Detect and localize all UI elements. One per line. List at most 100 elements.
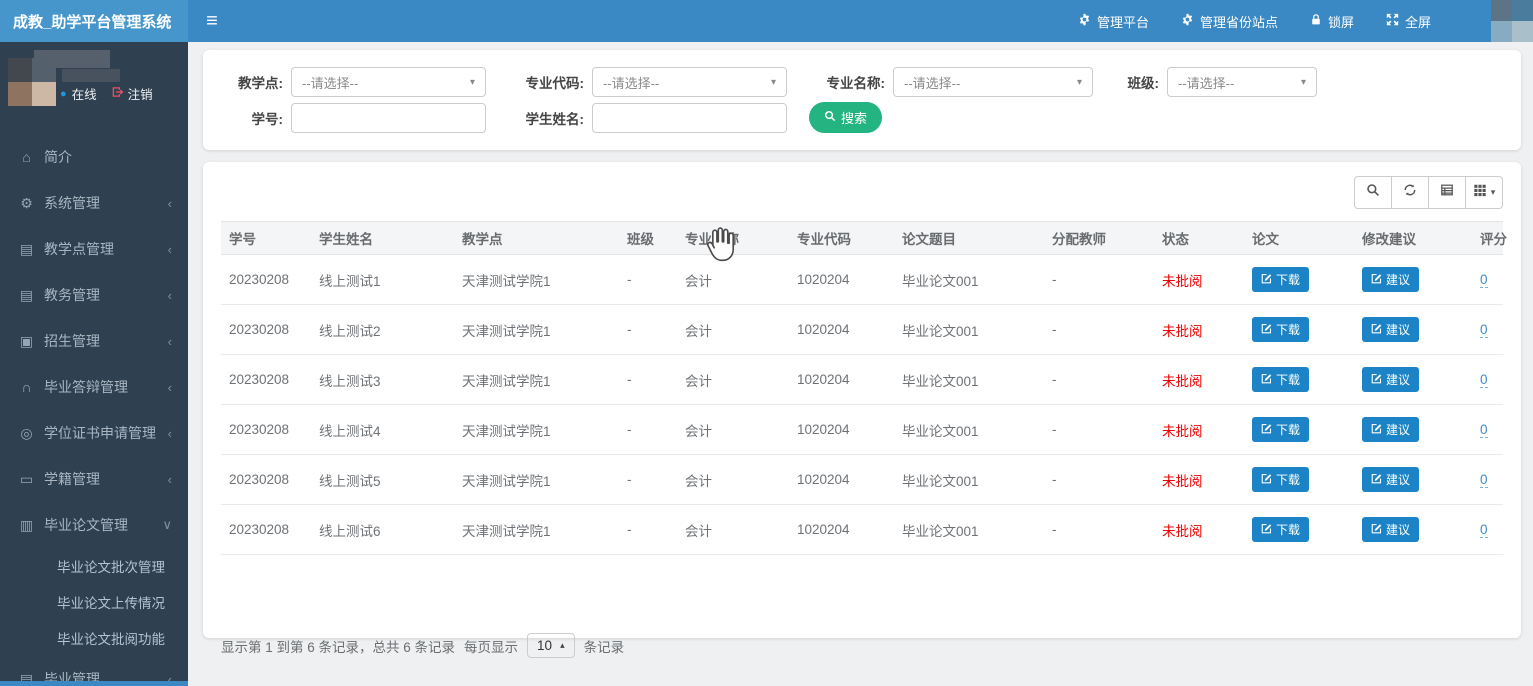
logout-button[interactable]: 注销 <box>111 84 153 103</box>
sidebar-item-graduation-defense-management[interactable]: ∩ 毕业答辩管理 ‹ <box>0 364 188 410</box>
download-button[interactable]: 下载 <box>1252 367 1309 392</box>
download-button[interactable]: 下载 <box>1252 267 1309 292</box>
sidebar-subitem-thesis-batch-management[interactable]: 毕业论文批次管理 <box>0 548 188 584</box>
user-panel: ● 在线 注销 <box>0 42 188 122</box>
cell-student-name: 线上测试2 <box>311 305 454 355</box>
graduation-cap-icon: ∩ <box>16 379 37 395</box>
sidebar-item-teaching-point-management[interactable]: ▤ 教学点管理 ‹ <box>0 226 188 272</box>
score-link[interactable]: 0 <box>1480 272 1488 288</box>
download-button[interactable]: 下载 <box>1252 467 1309 492</box>
cell-assigned-teacher: - <box>1044 255 1154 305</box>
cell-assigned-teacher: - <box>1044 305 1154 355</box>
student-name-input[interactable] <box>592 103 787 133</box>
table-body: 20230208 线上测试1 天津测试学院1 - 会计 1020204 毕业论文… <box>221 255 1503 555</box>
cell-teaching-point: 天津测试学院1 <box>454 405 619 455</box>
id-card-icon: ▣ <box>16 333 37 350</box>
chevron-up-icon: ▴ <box>560 640 565 651</box>
sidebar-subitem-thesis-review[interactable]: 毕业论文批阅功能 <box>0 620 188 656</box>
score-link[interactable]: 0 <box>1480 372 1488 388</box>
major-code-select[interactable]: --请选择--▾ <box>592 67 787 97</box>
cell-class: - <box>619 355 677 405</box>
download-label: 下载 <box>1276 271 1300 288</box>
table-toolbar: ▾ <box>221 176 1503 209</box>
pagination-bar: 显示第 1 到第 6 条记录，总共 6 条记录 每页显示 10 ▴ 条记录 <box>221 633 1503 658</box>
column-header: 论文题目 <box>894 222 1044 255</box>
column-header: 评分 <box>1472 222 1503 255</box>
fullscreen-icon <box>1386 13 1399 29</box>
sidebar-item-label: 招生管理 <box>44 331 168 351</box>
sidebar-item-label: 系统管理 <box>44 193 168 213</box>
avatar[interactable] <box>1491 0 1533 42</box>
sidebar-subitem-thesis-upload-status[interactable]: 毕业论文上传情况 <box>0 584 188 620</box>
cell-thesis: 下载 <box>1244 455 1354 505</box>
suggest-button[interactable]: 建议 <box>1362 317 1419 342</box>
chevron-down-icon: ▾ <box>1077 77 1082 88</box>
suggest-button[interactable]: 建议 <box>1362 467 1419 492</box>
class-select[interactable]: --请选择--▾ <box>1167 67 1317 97</box>
column-header: 教学点 <box>454 222 619 255</box>
cell-class: - <box>619 455 677 505</box>
records-summary: 显示第 1 到第 6 条记录，总共 6 条记录 <box>221 636 455 656</box>
download-button[interactable]: 下载 <box>1252 317 1309 342</box>
navbar-menu: 管理平台 管理省份站点 锁屏 全屏 <box>1078 0 1533 42</box>
gear-icon <box>1181 13 1194 29</box>
chevron-icon: ‹ <box>168 380 172 395</box>
columns-button[interactable]: ▾ <box>1465 176 1503 209</box>
filter-row-2: 学号: 学生姓名: 搜索 <box>221 102 1503 133</box>
score-link[interactable]: 0 <box>1480 472 1488 488</box>
sidebar-item-student-status-management[interactable]: ▭ 学籍管理 ‹ <box>0 456 188 502</box>
table-refresh-button[interactable] <box>1391 176 1429 209</box>
sidebar-item-enrollment-management[interactable]: ▣ 招生管理 ‹ <box>0 318 188 364</box>
student-no-input[interactable] <box>291 103 486 133</box>
sidebar-item-system-management[interactable]: ⚙ 系统管理 ‹ <box>0 180 188 226</box>
sidebar-item-label: 教务管理 <box>44 285 168 305</box>
lock-screen-link[interactable]: 锁屏 <box>1310 12 1354 31</box>
manage-platform-link[interactable]: 管理平台 <box>1078 12 1149 31</box>
refresh-icon <box>1403 183 1417 202</box>
sidebar-toggle-button[interactable]: ≡ <box>188 0 236 42</box>
score-link[interactable]: 0 <box>1480 422 1488 438</box>
suggest-button[interactable]: 建议 <box>1362 267 1419 292</box>
major-name-select[interactable]: --请选择--▾ <box>893 67 1093 97</box>
suggest-button[interactable]: 建议 <box>1362 517 1419 542</box>
suggest-button[interactable]: 建议 <box>1362 417 1419 442</box>
column-header: 学生姓名 <box>311 222 454 255</box>
teaching-point-label: 教学点: <box>221 72 283 92</box>
sidebar-item-thesis-management[interactable]: ▥ 毕业论文管理 ∨ <box>0 502 188 548</box>
search-button[interactable]: 搜索 <box>809 102 882 133</box>
sidebar-item-academic-affairs-management[interactable]: ▤ 教务管理 ‹ <box>0 272 188 318</box>
cell-suggestion: 建议 <box>1354 405 1472 455</box>
sidebar-menu: ⌂ 简介 ⚙ 系统管理 ‹ ▤ 教学点管理 ‹ ▤ <box>0 134 188 686</box>
score-link[interactable]: 0 <box>1480 522 1488 538</box>
search-icon <box>824 110 836 125</box>
cell-major-code: 1020204 <box>789 405 894 455</box>
cell-major-name: 会计 <box>677 505 789 555</box>
score-link[interactable]: 0 <box>1480 322 1488 338</box>
page-size-select[interactable]: 10 ▴ <box>527 633 575 658</box>
filter-row-1: 教学点: --请选择--▾ 专业代码: --请选择--▾ 专业名称: --请选择… <box>221 67 1503 97</box>
chevron-down-icon: ▾ <box>771 77 776 88</box>
table-row: 20230208 线上测试2 天津测试学院1 - 会计 1020204 毕业论文… <box>221 305 1503 355</box>
download-button[interactable]: 下载 <box>1252 517 1309 542</box>
column-header: 专业名称 <box>677 222 789 255</box>
suggest-button[interactable]: 建议 <box>1362 367 1419 392</box>
edit-icon <box>1371 423 1382 437</box>
toggle-pagination-button[interactable] <box>1428 176 1466 209</box>
manage-province-sites-link[interactable]: 管理省份站点 <box>1181 12 1278 31</box>
major-name-label: 专业名称: <box>809 72 885 92</box>
download-button[interactable]: 下载 <box>1252 417 1309 442</box>
teaching-point-select[interactable]: --请选择--▾ <box>291 67 486 97</box>
column-header: 论文 <box>1244 222 1354 255</box>
sidebar-item-degree-certificate-application[interactable]: ◎ 学位证书申请管理 ‹ <box>0 410 188 456</box>
manage-platform-label: 管理平台 <box>1097 12 1149 31</box>
sidebar-item-label: 毕业论文管理 <box>44 515 162 535</box>
user-status: ● 在线 注销 <box>60 84 153 103</box>
table-search-button[interactable] <box>1354 176 1392 209</box>
logout-icon <box>111 86 124 101</box>
cell-thesis-title: 毕业论文001 <box>894 355 1044 405</box>
fullscreen-link[interactable]: 全屏 <box>1386 12 1431 31</box>
monitor-icon: ▭ <box>16 471 37 488</box>
per-page-prefix: 每页显示 <box>464 636 518 656</box>
sidebar-item-intro[interactable]: ⌂ 简介 <box>0 134 188 180</box>
edit-icon <box>1261 423 1272 437</box>
